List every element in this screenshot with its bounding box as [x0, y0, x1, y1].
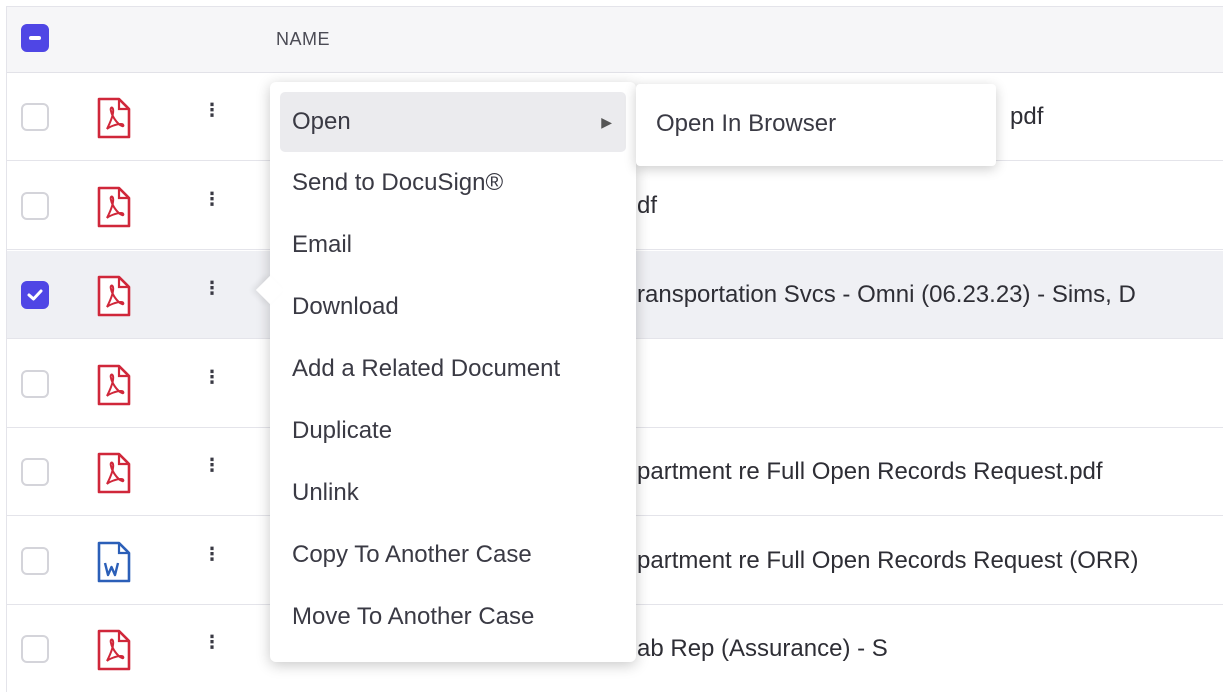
menu-item-send-to-docusign[interactable]: Send to DocuSign® [280, 152, 626, 214]
row-checkbox[interactable] [21, 370, 49, 398]
column-header-name[interactable]: NAME [276, 29, 330, 50]
file-name[interactable]: partment re Full Open Records Request (O… [637, 547, 1139, 575]
vertical-dots-icon[interactable]: ⋮ [203, 545, 221, 563]
pdf-file-icon [97, 275, 131, 317]
pdf-file-icon [97, 452, 131, 494]
chevron-right-icon: ▶ [601, 114, 612, 130]
file-name[interactable]: df [637, 192, 657, 220]
row-context-menu: Open ▶ Send to DocuSign® Email Download … [270, 82, 636, 662]
row-checkbox[interactable] [21, 192, 49, 220]
checkmark-icon [27, 289, 43, 301]
vertical-dots-icon[interactable]: ⋮ [203, 633, 221, 651]
pdf-file-icon [97, 97, 131, 139]
table-header: NAME [7, 7, 1223, 73]
row-checkbox[interactable] [21, 547, 49, 575]
pdf-file-icon [97, 364, 131, 406]
submenu-item-open-in-browser[interactable]: Open In Browser [656, 110, 836, 137]
menu-item-duplicate[interactable]: Duplicate [280, 400, 626, 462]
file-name[interactable]: pdf [1010, 103, 1043, 131]
menu-item-label: Open [292, 108, 351, 135]
file-name[interactable]: partment re Full Open Records Request.pd… [637, 458, 1103, 486]
select-all-checkbox[interactable] [21, 24, 49, 52]
open-submenu: Open In Browser [636, 84, 996, 166]
row-checkbox[interactable] [21, 281, 49, 309]
vertical-dots-icon[interactable]: ⋮ [203, 190, 221, 208]
pdf-file-icon [97, 629, 131, 671]
vertical-dots-icon[interactable]: ⋮ [203, 368, 221, 386]
row-checkbox[interactable] [21, 103, 49, 131]
row-checkbox[interactable] [21, 458, 49, 486]
vertical-dots-icon[interactable]: ⋮ [203, 101, 221, 119]
menu-item-add-related-document[interactable]: Add a Related Document [280, 338, 626, 400]
word-file-icon [97, 541, 131, 583]
menu-item-open[interactable]: Open ▶ [280, 92, 626, 152]
vertical-dots-icon[interactable]: ⋮ [203, 456, 221, 474]
menu-item-email[interactable]: Email [280, 214, 626, 276]
menu-item-move-to-another-case[interactable]: Move To Another Case [280, 586, 626, 648]
menu-item-unlink[interactable]: Unlink [280, 462, 626, 524]
menu-item-copy-to-another-case[interactable]: Copy To Another Case [280, 524, 626, 586]
vertical-dots-icon[interactable]: ⋮ [203, 279, 221, 297]
file-name[interactable]: ab Rep (Assurance) - S [637, 635, 888, 663]
row-checkbox[interactable] [21, 635, 49, 663]
file-name[interactable]: ransportation Svcs - Omni (06.23.23) - S… [637, 281, 1136, 309]
pdf-file-icon [97, 186, 131, 228]
menu-item-download[interactable]: Download [280, 276, 626, 338]
